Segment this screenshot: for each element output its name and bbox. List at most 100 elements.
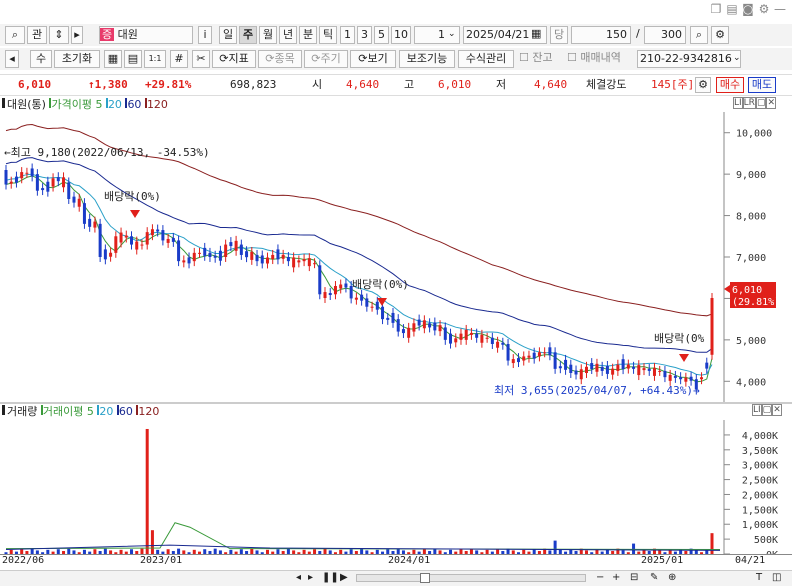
draw-icon[interactable]: ✎	[650, 571, 658, 585]
tab-week[interactable]: 주	[239, 26, 257, 44]
candle-body	[365, 298, 369, 307]
panel-divider[interactable]	[0, 402, 792, 404]
candle-body	[553, 352, 557, 369]
candle-body	[271, 254, 275, 260]
stock-selector[interactable]: 증 대원	[99, 26, 193, 44]
high-label: 고	[404, 78, 415, 91]
scroll-slider[interactable]	[356, 574, 586, 582]
reset-button[interactable]: 초기화	[54, 50, 100, 68]
scroll-right-icon[interactable]: ▸	[308, 571, 313, 585]
panel-controls[interactable]: LI LR ▢ ✕	[733, 97, 777, 109]
log-icon[interactable]: LI	[733, 97, 743, 109]
layout-icon[interactable]: ▤	[124, 50, 142, 68]
open-value: 4,640	[346, 78, 380, 91]
balance-label: 잔고	[532, 51, 553, 64]
scroll-left-icon[interactable]: ◂	[296, 571, 301, 585]
su-button[interactable]: 수	[30, 50, 52, 68]
restore-icon[interactable]: ❐	[708, 2, 724, 16]
lr-icon[interactable]: LR	[742, 97, 756, 109]
zoom-in-icon[interactable]: +	[612, 571, 620, 585]
tab-month[interactable]: 월	[259, 26, 277, 44]
pause-icon[interactable]: ❚❚	[322, 571, 339, 585]
candle-body	[391, 312, 395, 323]
lr-icon[interactable]: LI	[752, 404, 762, 416]
close-icon[interactable]: ✕	[766, 97, 777, 109]
candle-body	[234, 240, 238, 251]
quote-gear-icon[interactable]: ⚙	[695, 77, 711, 93]
candle-body	[616, 364, 620, 371]
dang-button[interactable]: 당	[550, 26, 568, 44]
arrow-icon[interactable]: ▸	[71, 26, 83, 44]
zoom-in-icon[interactable]: ⌕	[690, 26, 708, 44]
gear-icon[interactable]: ⚙	[756, 2, 772, 16]
candle-body	[621, 359, 625, 370]
tab-minute[interactable]: 분	[299, 26, 317, 44]
period-button[interactable]: ⟳주기	[304, 50, 348, 68]
scissors-icon[interactable]: ✂	[192, 50, 210, 68]
kwan-button[interactable]: 관	[27, 26, 47, 44]
item-button[interactable]: ⟳종목	[258, 50, 302, 68]
current-price-tag-pct: (29.81%)	[732, 297, 780, 308]
camera-icon[interactable]: ◙	[740, 2, 756, 16]
candle-body	[679, 377, 683, 380]
play-icon[interactable]: ▶	[340, 571, 348, 585]
hash-icon[interactable]: #	[170, 50, 188, 68]
calendar-icon[interactable]: ▦	[531, 25, 541, 43]
total-count-input[interactable]: 300	[644, 26, 686, 44]
minimize-icon[interactable]: —	[772, 2, 788, 16]
buy-button[interactable]: 매수	[716, 77, 744, 93]
tab-day[interactable]: 일	[219, 26, 237, 44]
close-icon[interactable]: ✕	[772, 404, 782, 416]
volume-panel-controls[interactable]: LI ▢ ✕	[752, 404, 782, 416]
candle-body	[710, 298, 714, 355]
formula-button[interactable]: 수식관리	[458, 50, 514, 68]
tab-year[interactable]: 년	[279, 26, 297, 44]
search-icon[interactable]: ⌕	[5, 26, 25, 44]
ma120-label: 120	[146, 98, 168, 111]
candle-body	[67, 182, 71, 199]
left-arrow-icon[interactable]: ◂	[5, 50, 19, 68]
aux-button[interactable]: 보조기능	[399, 50, 455, 68]
zoom-out-icon[interactable]: −	[596, 571, 604, 585]
max-icon[interactable]: ▢	[755, 97, 767, 109]
interval-1[interactable]: 1	[340, 26, 355, 44]
account-select[interactable]: 210-22-9342816	[637, 50, 741, 68]
text-icon[interactable]: T	[756, 571, 762, 585]
up-down-button[interactable]: ⇕	[49, 26, 69, 44]
max-icon[interactable]: ▢	[761, 404, 773, 416]
volume-value: 698,823	[230, 78, 277, 91]
view-count-input[interactable]: 150	[571, 26, 631, 44]
candle-body	[459, 333, 463, 340]
trade-history-checkbox[interactable]: ☐ 매매내역	[567, 49, 621, 67]
info-button[interactable]: i	[198, 26, 212, 44]
candle-body	[25, 172, 29, 174]
volume-chart[interactable]: 4,000K 3,500K 3,000K 2,500K 2,000K 1,500K 1,00…	[0, 420, 792, 554]
scroll-thumb[interactable]	[420, 573, 430, 583]
interval-10[interactable]: 10	[391, 26, 411, 44]
candle-body	[229, 242, 233, 247]
indicator-button[interactable]: ⟳지표	[212, 50, 256, 68]
interval-3[interactable]: 3	[357, 26, 372, 44]
tool-icon[interactable]: ⊕	[668, 571, 676, 585]
one-one-button[interactable]: 1:1	[144, 50, 166, 68]
candle-body	[41, 188, 45, 191]
candle-body	[611, 368, 615, 375]
grid-icon[interactable]: ▦	[104, 50, 122, 68]
strength-value: 145[주]	[651, 78, 695, 91]
sell-button[interactable]: 매도	[748, 77, 776, 93]
candle-body	[412, 323, 416, 332]
price-chart[interactable]: 10,0009,0008,0007,0006,0005,0004,000 ←최고…	[0, 112, 792, 402]
price-change-pct: +29.81%	[145, 78, 192, 91]
copy-icon[interactable]: ▤	[724, 2, 740, 16]
layers-icon[interactable]: ◫	[772, 571, 781, 585]
tab-tick[interactable]: 틱	[319, 26, 337, 44]
view-button[interactable]: ⟳보기	[350, 50, 396, 68]
balance-checkbox[interactable]: ☐ 잔고	[519, 49, 553, 67]
stock-name: 대원	[117, 28, 138, 41]
chart-type-icon[interactable]: ⊟	[630, 571, 638, 585]
interval-5[interactable]: 5	[374, 26, 389, 44]
chevron-down-icon: ⌄	[733, 53, 741, 63]
settings-gear-icon[interactable]: ⚙	[711, 26, 729, 44]
candle-body	[449, 333, 453, 344]
candle-body	[192, 252, 196, 262]
